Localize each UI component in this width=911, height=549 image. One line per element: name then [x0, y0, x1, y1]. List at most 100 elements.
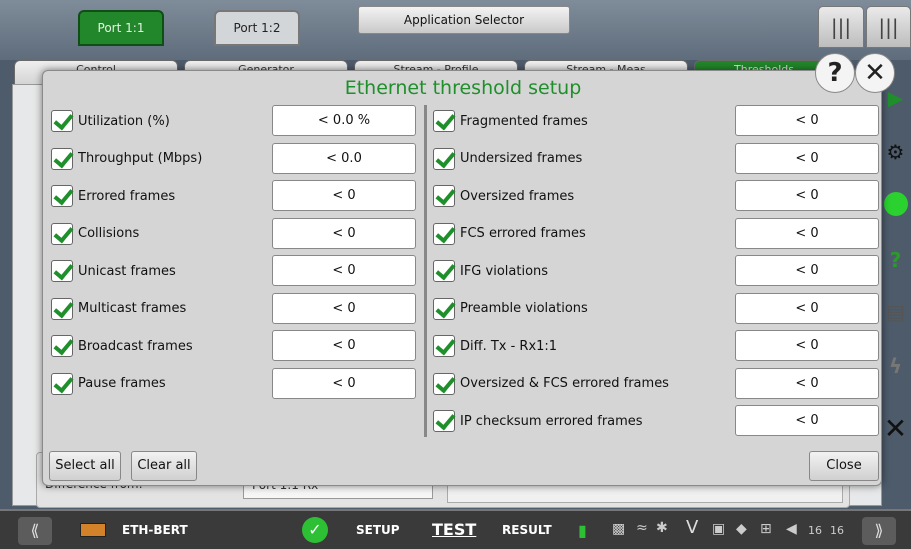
threshold-value-field[interactable]: < 0 — [735, 105, 879, 136]
close-button[interactable]: Close — [809, 451, 879, 481]
threshold-row[interactable]: Broadcast frames — [51, 330, 193, 362]
check-icon[interactable] — [433, 222, 455, 245]
dialog-title: Ethernet threshold setup — [344, 77, 582, 99]
check-icon[interactable] — [51, 297, 73, 320]
threshold-label: Collisions — [78, 226, 140, 241]
threshold-value-field[interactable]: < 0 — [272, 217, 416, 249]
threshold-value-field[interactable]: < 0 — [272, 180, 416, 211]
threshold-value-field[interactable]: < 0 — [272, 367, 416, 399]
wifi-icon: ≈ — [636, 520, 648, 536]
threshold-row[interactable]: Pause frames — [51, 368, 166, 400]
threshold-row[interactable]: IP checksum errored frames — [433, 405, 643, 437]
threshold-value-field[interactable]: < 0 — [272, 330, 416, 361]
report-icon[interactable]: ▤ — [880, 300, 911, 324]
right-tab-2[interactable]: ||| — [866, 6, 911, 48]
lightning-icon[interactable]: ϟ — [880, 354, 911, 378]
help-icon[interactable]: ? — [815, 53, 855, 93]
application-selector-button[interactable]: Application Selector — [358, 6, 570, 34]
threshold-label: Errored frames — [78, 188, 176, 204]
threshold-value-field[interactable]: < 0 — [735, 255, 879, 286]
status-green-led-icon — [880, 192, 911, 221]
check-icon[interactable] — [433, 260, 455, 282]
threshold-value-field[interactable]: < 0 — [735, 217, 879, 249]
gps-icon: ◆ — [736, 521, 747, 537]
v-indicator: V — [686, 517, 699, 538]
check-icon[interactable] — [433, 110, 455, 132]
status-bar: ⟪ ETH-BERT ✓ SETUP TEST RESULT ▮ ▩ ≈ ✱ V… — [0, 509, 911, 549]
tab-port-1-1[interactable]: Port 1:1 — [78, 10, 164, 46]
check-icon[interactable] — [51, 147, 73, 170]
check-icon[interactable] — [51, 185, 73, 207]
threshold-label: Preamble violations — [460, 301, 588, 316]
threshold-label: FCS errored frames — [460, 226, 586, 241]
threshold-value-field[interactable]: < 0.0 — [272, 142, 416, 174]
threshold-value-field[interactable]: < 0 — [735, 180, 879, 211]
check-icon[interactable] — [433, 410, 455, 432]
threshold-value-field[interactable]: < 0 — [272, 255, 416, 286]
battery-icon: ▮ — [578, 521, 587, 540]
threshold-row[interactable]: Fragmented frames — [433, 105, 588, 137]
left-arrow-button[interactable]: ⟪ — [18, 517, 52, 545]
tab-port-1-2[interactable]: Port 1:2 — [214, 10, 300, 46]
check-icon[interactable] — [51, 110, 73, 132]
threshold-row[interactable]: Unicast frames — [51, 255, 176, 287]
bluetooth-icon: ✱ — [656, 520, 668, 536]
threshold-value-field[interactable]: < 0.0 % — [272, 105, 416, 136]
threshold-row[interactable]: IFG violations — [433, 255, 548, 287]
terminal-icon: ▣ — [712, 521, 726, 537]
threshold-row[interactable]: Throughput (Mbps) — [51, 143, 202, 175]
right-tab-1[interactable]: ||| — [818, 6, 864, 48]
column-divider — [424, 105, 427, 437]
check-icon[interactable] — [51, 222, 73, 245]
threshold-value-field[interactable]: < 0 — [272, 292, 416, 324]
setup-button[interactable]: SETUP — [356, 523, 400, 537]
camera-icon: ▩ — [612, 521, 626, 537]
threshold-label: Oversized frames — [460, 188, 575, 204]
threshold-label: Oversized & FCS errored frames — [460, 376, 669, 391]
threshold-row[interactable]: FCS errored frames — [433, 218, 586, 250]
threshold-row[interactable]: Oversized frames — [433, 180, 574, 212]
threshold-row[interactable]: Diff. Tx - Rx1:1 — [433, 330, 557, 362]
threshold-label: Pause frames — [78, 376, 166, 391]
num-2: 16 — [830, 524, 844, 537]
check-icon[interactable] — [433, 185, 455, 207]
check-icon[interactable] — [433, 372, 455, 395]
stop-x-icon[interactable]: ✕ — [880, 412, 911, 445]
app-name: ETH-BERT — [122, 523, 188, 537]
test-button[interactable]: TEST — [432, 520, 476, 539]
close-icon[interactable]: ✕ — [855, 53, 895, 93]
threshold-label: Multicast frames — [78, 301, 187, 316]
threshold-row[interactable]: Errored frames — [51, 180, 175, 212]
right-arrow-button[interactable]: ⟫ — [862, 517, 896, 545]
threshold-row[interactable]: Preamble violations — [433, 293, 588, 325]
network-icon: ⊞ — [760, 521, 772, 537]
threshold-label: Diff. Tx - Rx1:1 — [460, 338, 558, 354]
threshold-value-field[interactable]: < 0 — [735, 292, 879, 324]
threshold-row[interactable]: Undersized frames — [433, 143, 582, 175]
check-icon[interactable] — [51, 372, 73, 395]
num-1: 16 — [808, 524, 822, 537]
threshold-row[interactable]: Oversized & FCS errored frames — [433, 368, 669, 400]
threshold-label: Undersized frames — [460, 151, 583, 166]
select-all-button[interactable]: Select all — [49, 451, 121, 481]
check-icon[interactable] — [433, 297, 455, 320]
threshold-label: Utilization (%) — [78, 113, 170, 129]
threshold-value-field[interactable]: < 0 — [735, 330, 879, 361]
help-side-icon[interactable]: ? — [880, 248, 911, 272]
check-icon[interactable] — [433, 147, 455, 170]
threshold-row[interactable]: Collisions — [51, 218, 139, 250]
clear-all-button[interactable]: Clear all — [131, 451, 197, 481]
settings-icon[interactable]: ⚙ — [880, 140, 911, 164]
threshold-label: Throughput (Mbps) — [78, 151, 203, 166]
check-icon[interactable] — [51, 260, 73, 282]
threshold-row[interactable]: Multicast frames — [51, 293, 186, 325]
threshold-value-field[interactable]: < 0 — [735, 142, 879, 174]
threshold-label: IFG violations — [460, 263, 549, 279]
threshold-row[interactable]: Utilization (%) — [51, 105, 170, 137]
status-ok-icon: ✓ — [302, 517, 328, 543]
result-button[interactable]: RESULT — [502, 523, 552, 537]
check-icon[interactable] — [51, 335, 73, 357]
check-icon[interactable] — [433, 335, 455, 357]
threshold-value-field[interactable]: < 0 — [735, 367, 879, 399]
threshold-value-field[interactable]: < 0 — [735, 405, 879, 436]
